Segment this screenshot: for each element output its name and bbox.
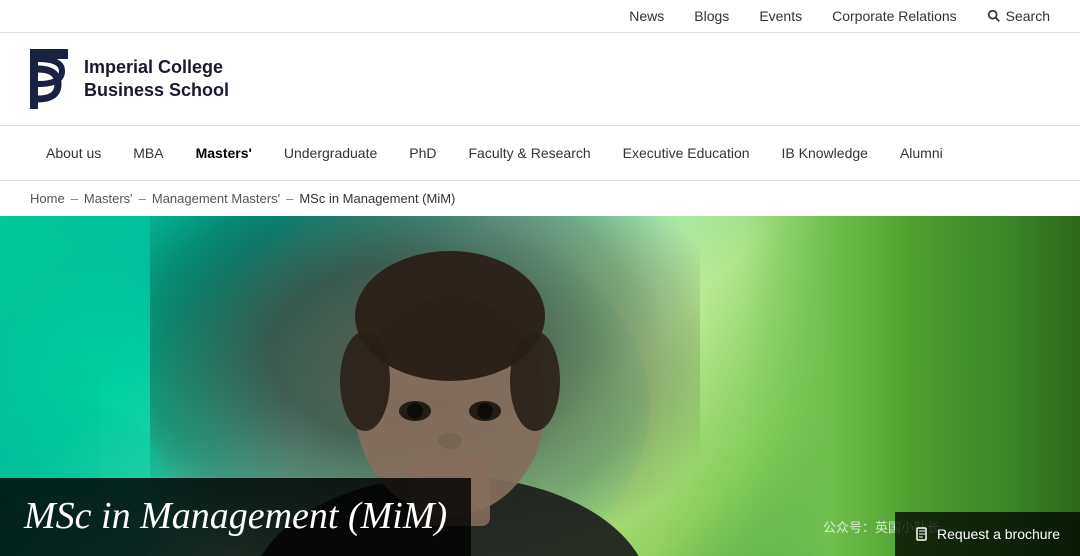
hero-title: MSc in Management (MiM): [24, 495, 447, 537]
breadcrumb: Home – Masters' – Management Masters' – …: [0, 181, 1080, 216]
main-nav-faculty-research[interactable]: Faculty & Research: [453, 126, 607, 181]
main-nav-masters[interactable]: Masters': [180, 126, 268, 181]
top-nav-corporate-relations[interactable]: Corporate Relations: [832, 8, 957, 24]
top-nav-news[interactable]: News: [629, 8, 664, 24]
top-nav-blogs[interactable]: Blogs: [694, 8, 729, 24]
search-button[interactable]: Search: [987, 8, 1050, 24]
search-label: Search: [1006, 8, 1050, 24]
search-icon: [987, 9, 1001, 23]
breadcrumb-management-masters[interactable]: Management Masters': [152, 191, 280, 206]
hero-trees: [660, 216, 1080, 556]
logo-icon: [30, 49, 70, 109]
breadcrumb-home[interactable]: Home: [30, 191, 65, 206]
main-nav-phd[interactable]: PhD: [393, 126, 452, 181]
main-nav-mba[interactable]: MBA: [117, 126, 179, 181]
logo-line1: Imperial College: [84, 56, 229, 79]
breadcrumb-current: MSc in Management (MiM): [299, 191, 455, 206]
top-navigation: News Blogs Events Corporate Relations Se…: [0, 0, 1080, 33]
site-header: Imperial College Business School: [0, 33, 1080, 126]
breadcrumb-masters[interactable]: Masters': [84, 191, 133, 206]
breadcrumb-sep-1: –: [71, 191, 78, 206]
hero-section: MSc in Management (MiM) 公众号：英国小队长 Reques…: [0, 216, 1080, 556]
main-nav-executive-education[interactable]: Executive Education: [607, 126, 766, 181]
breadcrumb-sep-3: –: [286, 191, 293, 206]
request-brochure-button[interactable]: Request a brochure: [895, 512, 1080, 556]
main-nav-about-us[interactable]: About us: [30, 126, 117, 181]
logo-text: Imperial College Business School: [84, 56, 229, 103]
logo[interactable]: Imperial College Business School: [30, 49, 229, 109]
document-icon: [915, 527, 929, 541]
brochure-label: Request a brochure: [937, 526, 1060, 542]
hero-title-bar: MSc in Management (MiM): [0, 478, 471, 556]
breadcrumb-sep-2: –: [139, 191, 146, 206]
top-nav-events[interactable]: Events: [759, 8, 802, 24]
main-navigation: About us MBA Masters' Undergraduate PhD …: [0, 126, 1080, 181]
main-nav-undergraduate[interactable]: Undergraduate: [268, 126, 393, 181]
main-nav-alumni[interactable]: Alumni: [884, 126, 959, 181]
logo-line2: Business School: [84, 79, 229, 102]
main-nav-ib-knowledge[interactable]: IB Knowledge: [766, 126, 884, 181]
